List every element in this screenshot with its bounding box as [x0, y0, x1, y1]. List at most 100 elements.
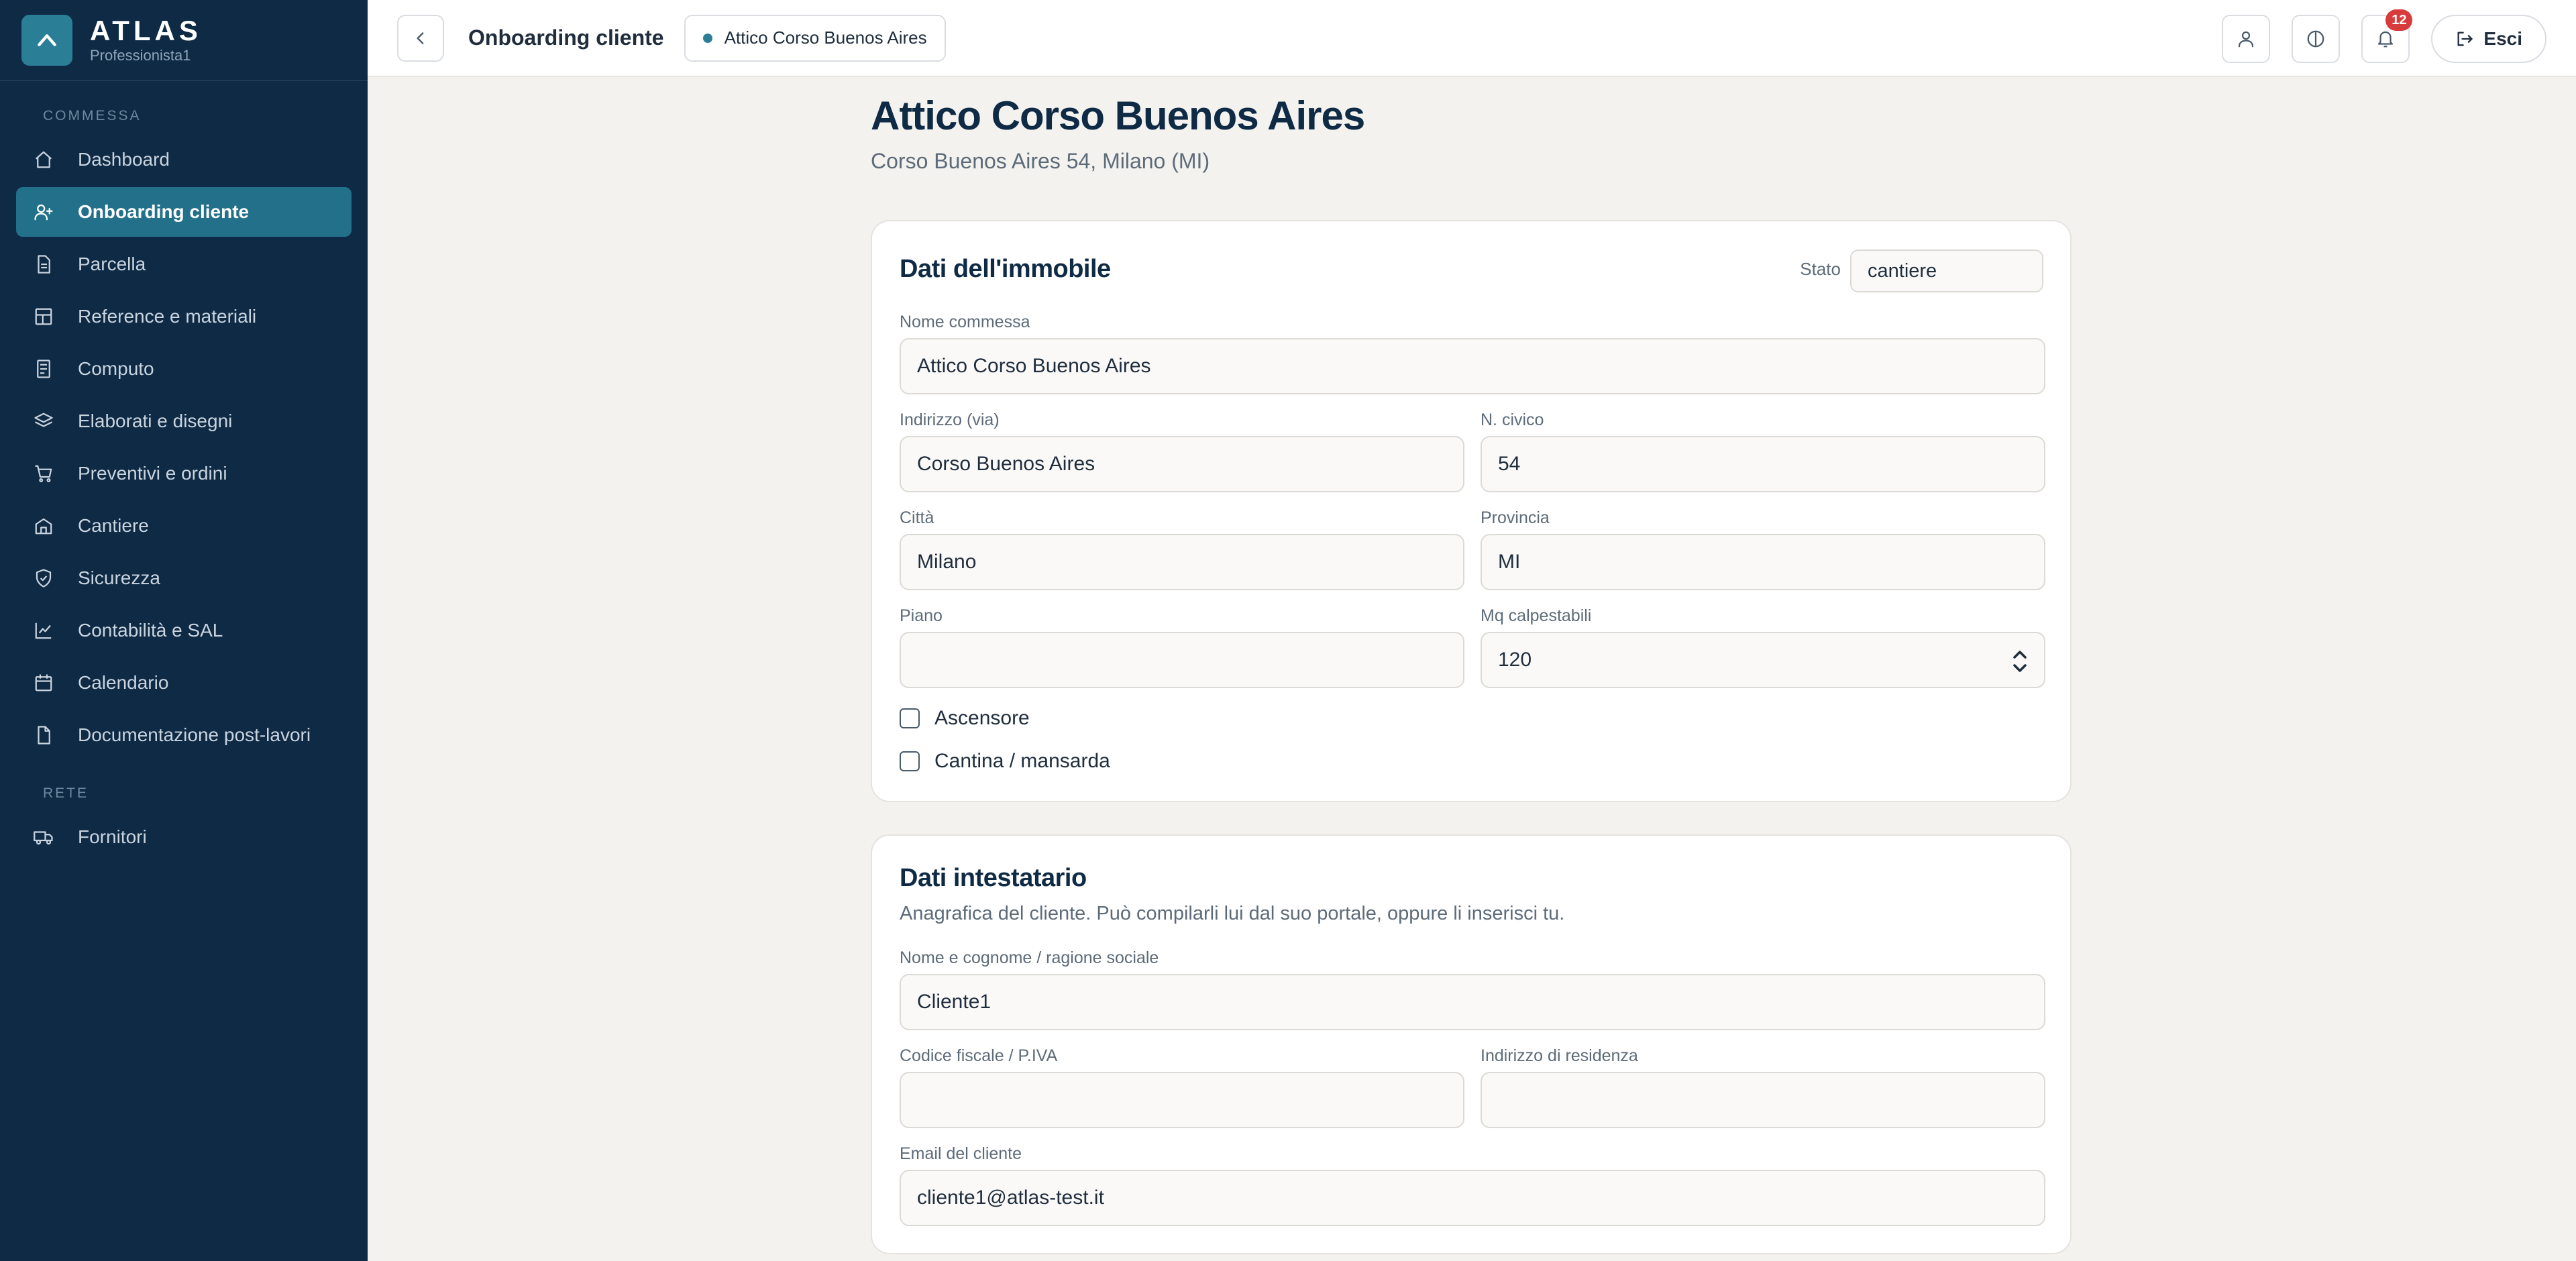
- user-plus-icon: [32, 201, 55, 223]
- user-icon: [2239, 31, 2254, 48]
- indirizzo-label: Indirizzo (via): [900, 410, 1000, 429]
- sidebar-item-elaborati-disegni[interactable]: Elaborati e disegni: [16, 396, 352, 446]
- civico-input[interactable]: 54: [1481, 436, 2045, 492]
- indirizzo-input[interactable]: Corso Buenos Aires: [900, 436, 1464, 492]
- cantina-checkbox-row[interactable]: Cantina / mansarda: [900, 750, 1110, 773]
- building-icon: [32, 514, 55, 537]
- cart-icon: [32, 462, 55, 485]
- sidebar-item-fornitori[interactable]: Fornitori: [16, 812, 352, 862]
- calendar-icon: [32, 671, 55, 694]
- nome-cliente-label: Nome e cognome / ragione sociale: [900, 948, 1159, 967]
- sidebar-item-label: Contabilità e SAL: [78, 620, 223, 641]
- email-cliente-input[interactable]: cliente1@atlas-test.it: [900, 1170, 2045, 1226]
- chart-line-icon: [32, 619, 55, 642]
- brand-name: ATLAS: [90, 14, 202, 46]
- codice-fiscale-label: Codice fiscale / P.IVA: [900, 1046, 1058, 1065]
- stato-label: Stato: [1800, 259, 1841, 279]
- sidebar-item-label: Reference e materiali: [78, 306, 257, 327]
- file-icon: [32, 253, 55, 276]
- sidebar-item-cantiere[interactable]: Cantiere: [16, 501, 352, 551]
- logout-label: Esci: [2483, 28, 2522, 49]
- document-icon: [32, 724, 55, 747]
- theme-toggle-button[interactable]: [2292, 15, 2341, 63]
- owner-details-card: Dati intestatario Anagrafica del cliente…: [871, 834, 2072, 1254]
- provincia-label: Provincia: [1481, 508, 1550, 527]
- brand-subtitle: Professionista1: [90, 46, 191, 64]
- mq-value: 120: [1498, 649, 1532, 671]
- page-title: Attico Corso Buenos Aires: [871, 93, 1365, 138]
- sidebar-item-label: Fornitori: [78, 826, 147, 847]
- sidebar-item-computo[interactable]: Computo: [16, 344, 352, 394]
- residenza-label: Indirizzo di residenza: [1481, 1046, 1638, 1065]
- ascensore-checkbox-row[interactable]: Ascensore: [900, 707, 1030, 730]
- contrast-icon: [2308, 30, 2324, 48]
- sidebar-item-label: Sicurezza: [78, 567, 160, 588]
- card-description: Anagrafica del cliente. Può compilarli l…: [900, 903, 1565, 924]
- back-button[interactable]: [397, 14, 444, 62]
- property-details-card: Dati dell'immobile Stato cantiere Nome c…: [871, 220, 2072, 802]
- section-label-rete: RETE: [43, 785, 89, 801]
- sidebar: ATLAS Professionista1 COMMESSA Dashboard…: [0, 0, 368, 1261]
- shield-icon: [32, 567, 55, 590]
- residenza-input[interactable]: [1481, 1072, 2045, 1128]
- layers-icon: [32, 410, 55, 433]
- nome-commessa-input[interactable]: Attico Corso Buenos Aires: [900, 338, 2045, 394]
- card-title-intestatario: Dati intestatario: [900, 864, 1087, 892]
- sidebar-nav: Dashboard Onboarding cliente Parcella Re…: [0, 135, 368, 760]
- card-title-immobile: Dati dell'immobile: [900, 255, 1111, 283]
- profile-button[interactable]: [2222, 15, 2271, 63]
- sidebar-item-calendario[interactable]: Calendario: [16, 658, 352, 708]
- sidebar-item-sicurezza[interactable]: Sicurezza: [16, 553, 352, 603]
- sidebar-item-preventivi-ordini[interactable]: Preventivi e ordini: [16, 449, 352, 498]
- sidebar-item-parcella[interactable]: Parcella: [16, 239, 352, 289]
- sidebar-item-label: Dashboard: [78, 149, 170, 170]
- piano-input[interactable]: [900, 632, 1464, 688]
- stato-select[interactable]: cantiere: [1850, 250, 2043, 292]
- piano-label: Piano: [900, 606, 943, 625]
- topbar-actions: 12 Esci: [2200, 9, 2546, 63]
- logout-icon: [2457, 32, 2473, 46]
- cantina-label: Cantina / mansarda: [934, 750, 1110, 772]
- mq-label: Mq calpestabili: [1481, 606, 1592, 625]
- sidebar-item-label: Parcella: [78, 254, 146, 274]
- sidebar-item-documentazione-post-lavori[interactable]: Documentazione post-lavori: [16, 710, 352, 760]
- nome-commessa-label: Nome commessa: [900, 313, 1030, 331]
- page-subtitle: Corso Buenos Aires 54, Milano (MI): [871, 149, 1210, 173]
- sidebar-item-label: Preventivi e ordini: [78, 463, 227, 484]
- chevron-left-icon: [417, 32, 424, 44]
- sidebar-item-label: Cantiere: [78, 515, 149, 536]
- sidebar-nav-rete: Fornitori: [0, 812, 368, 862]
- grid-icon: [32, 305, 55, 328]
- notifications-button[interactable]: 12: [2361, 9, 2413, 63]
- topbar: Onboarding cliente Attico Corso Buenos A…: [368, 0, 2576, 77]
- email-cliente-label: Email del cliente: [900, 1144, 1022, 1163]
- section-label-commessa: COMMESSA: [43, 108, 142, 123]
- atlas-logo-icon[interactable]: [21, 14, 72, 66]
- sidebar-item-label: Elaborati e disegni: [78, 410, 233, 431]
- project-chip-label: Attico Corso Buenos Aires: [724, 28, 927, 48]
- cantina-checkbox[interactable]: [900, 751, 920, 771]
- sidebar-item-label: Calendario: [78, 672, 169, 693]
- mq-stepper-input[interactable]: 120: [1481, 632, 2045, 688]
- ascensore-checkbox[interactable]: [900, 708, 920, 728]
- civico-label: N. civico: [1481, 410, 1544, 429]
- sidebar-item-dashboard[interactable]: Dashboard: [16, 135, 352, 184]
- logout-button[interactable]: Esci: [2431, 15, 2546, 63]
- sidebar-item-contabilita-sal[interactable]: Contabilità e SAL: [16, 606, 352, 655]
- sidebar-item-reference-materiali[interactable]: Reference e materiali: [16, 292, 352, 341]
- sidebar-item-onboarding-cliente[interactable]: Onboarding cliente: [16, 187, 352, 237]
- topbar-title: Onboarding cliente: [468, 25, 664, 50]
- citta-input[interactable]: Milano: [900, 534, 1464, 590]
- project-chip[interactable]: Attico Corso Buenos Aires: [684, 14, 946, 62]
- calculator-icon: [32, 358, 55, 380]
- truck-icon: [32, 826, 55, 848]
- stepper-arrows-icon[interactable]: [2012, 649, 2028, 673]
- codice-fiscale-input[interactable]: [900, 1072, 1464, 1128]
- provincia-input[interactable]: MI: [1481, 534, 2045, 590]
- sidebar-item-label: Documentazione post-lavori: [78, 724, 311, 745]
- ascensore-label: Ascensore: [934, 707, 1030, 729]
- home-icon: [32, 148, 55, 171]
- sidebar-item-label: Computo: [78, 358, 154, 379]
- nome-cliente-input[interactable]: Cliente1: [900, 974, 2045, 1030]
- citta-label: Città: [900, 508, 934, 527]
